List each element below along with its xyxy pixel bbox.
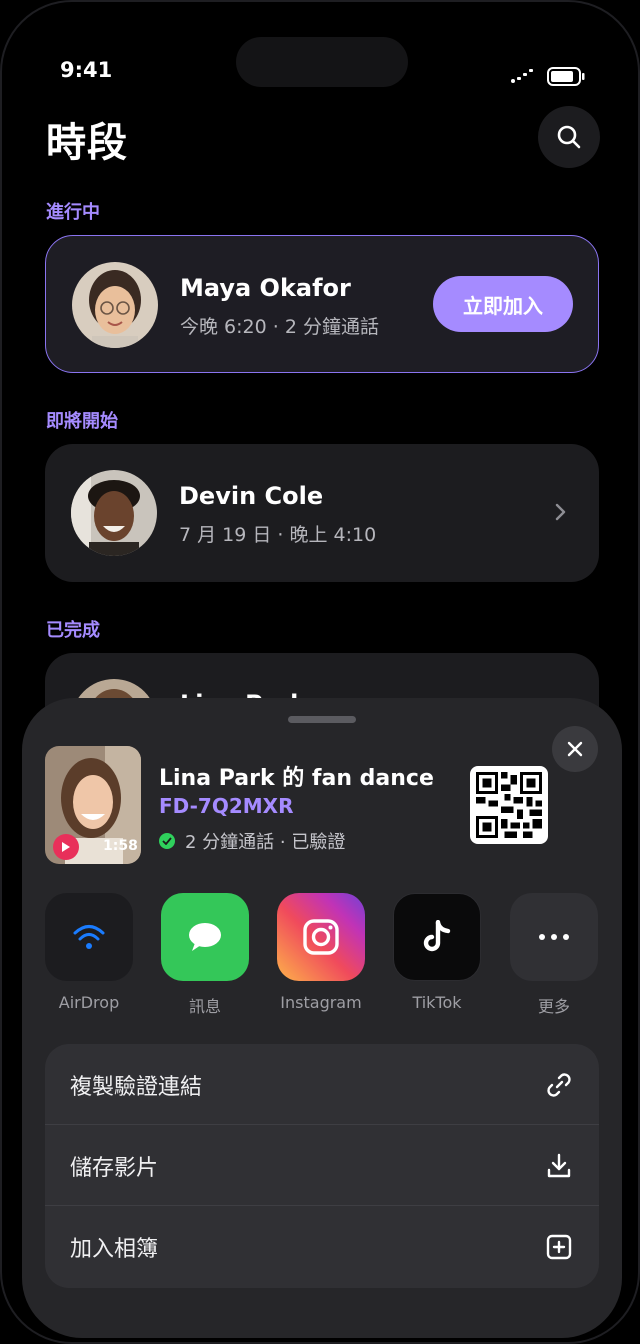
- download-icon: [547, 1153, 571, 1178]
- dynamic-island: [236, 37, 408, 87]
- link-icon: [547, 1073, 571, 1097]
- verification-code: FD-7Q2MXR: [159, 794, 294, 818]
- share-app-messages[interactable]: 訊息: [160, 893, 250, 1017]
- action-label: 儲存影片: [70, 1156, 159, 1181]
- close-icon: [567, 741, 583, 757]
- app-label: TikTok: [412, 993, 462, 1012]
- session-time: 7 月 19 日 · 晚上 4:10: [179, 524, 377, 546]
- close-button[interactable]: [552, 726, 598, 772]
- action-label: 複製驗證連結: [70, 1075, 203, 1100]
- search-button[interactable]: [538, 106, 600, 168]
- join-now-button[interactable]: 立即加入: [433, 276, 573, 332]
- save-video-button[interactable]: 儲存影片: [45, 1125, 599, 1206]
- share-meta-text: 2 分鐘通話 · 已驗證: [185, 832, 346, 853]
- play-icon[interactable]: [53, 834, 79, 860]
- app-label: 更多: [537, 997, 570, 1016]
- share-sheet: 1:58 Lina Park 的 fan dance FD-7Q2MXR 2 分…: [22, 698, 622, 1338]
- add-to-album-button[interactable]: 加入相簿: [45, 1206, 599, 1287]
- live-session-card[interactable]: Maya Okafor 今晚 6:20 · 2 分鐘通話 立即加入: [45, 235, 599, 373]
- share-title: Lina Park 的 fan dance: [159, 766, 434, 791]
- page-title: 時段: [46, 120, 128, 166]
- status-time: 9:41: [60, 58, 113, 82]
- share-actions-list: 複製驗證連結 儲存影片 加入相簿: [45, 1044, 599, 1288]
- section-label-upcoming: 即將開始: [46, 411, 118, 432]
- video-thumbnail[interactable]: 1:58: [45, 746, 141, 864]
- app-label: Instagram: [280, 993, 362, 1012]
- avatar: [71, 470, 157, 556]
- share-app-airdrop[interactable]: AirDrop: [44, 893, 134, 1012]
- battery-icon: [547, 67, 585, 86]
- instagram-icon: [277, 893, 365, 981]
- session-host-name: Maya Okafor: [180, 274, 351, 302]
- messages-icon: [161, 893, 249, 981]
- share-meta: 2 分鐘通話 · 已驗證: [159, 828, 345, 854]
- section-label-live: 進行中: [46, 202, 100, 223]
- airdrop-icon: [45, 893, 133, 981]
- upcoming-session-card[interactable]: Devin Cole 7 月 19 日 · 晚上 4:10: [45, 444, 599, 582]
- search-icon: [557, 125, 581, 149]
- share-app-more[interactable]: 更多: [509, 893, 599, 1017]
- share-app-instagram[interactable]: Instagram: [276, 893, 366, 1012]
- tiktok-icon: [393, 893, 481, 981]
- more-icon: [510, 893, 598, 981]
- app-label: AirDrop: [58, 993, 120, 1012]
- add-album-icon: [546, 1234, 572, 1260]
- action-label: 加入相簿: [70, 1237, 159, 1262]
- share-app-tiktok[interactable]: TikTok: [392, 893, 482, 1012]
- verified-check-icon: [159, 833, 175, 849]
- session-time: 今晚 6:20 · 2 分鐘通話: [180, 316, 379, 338]
- qr-code-icon[interactable]: [470, 766, 548, 844]
- copy-verification-link-button[interactable]: 複製驗證連結: [45, 1044, 599, 1125]
- app-label: 訊息: [188, 997, 221, 1016]
- sheet-grabber[interactable]: [288, 716, 356, 723]
- phone-screen: 9:41 時段 進行中 Maya Okafor 今晚 6:20 · 2 分鐘通話…: [0, 0, 640, 1344]
- video-duration: 1:58: [103, 838, 138, 854]
- chevron-right-icon: [555, 503, 566, 521]
- session-host-name: Devin Cole: [179, 482, 324, 510]
- signal-icon: [511, 69, 533, 83]
- section-label-completed: 已完成: [46, 620, 100, 641]
- avatar: [72, 262, 158, 348]
